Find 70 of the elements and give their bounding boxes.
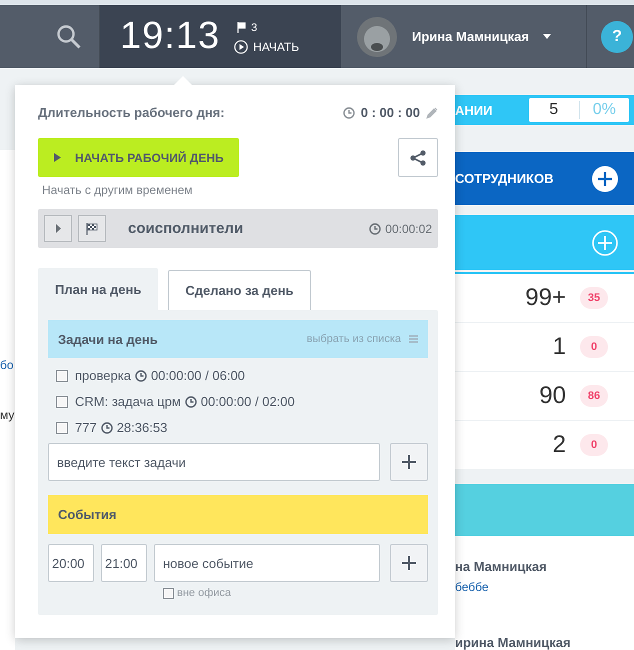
avatar-icon	[357, 16, 397, 56]
tab[interactable]: План на день	[38, 268, 158, 310]
duration-value: 0 : 00 : 00	[360, 105, 420, 120]
play-button[interactable]	[44, 215, 72, 242]
input-field[interactable]: введите текст задачи	[48, 443, 380, 481]
checkbox[interactable]	[56, 396, 68, 408]
task-label: CRM: задача црм	[75, 394, 181, 409]
task-time: 28:36:53	[116, 420, 168, 435]
play-icon	[234, 40, 248, 54]
person-name: на Мамницкая	[455, 559, 548, 574]
add-button[interactable]	[390, 443, 428, 481]
duration-label: Длительность рабочего дня:	[38, 105, 225, 120]
start-other-time-link[interactable]: Начать с другим временем	[42, 183, 193, 197]
counter-value: 2	[552, 431, 566, 459]
task-time: 00:00:00 / 02:00	[200, 394, 295, 409]
link-text[interactable]: бо	[0, 358, 15, 372]
add-icon[interactable]	[592, 166, 618, 192]
pencil-icon[interactable]	[426, 106, 438, 118]
counter-value: 99+	[525, 284, 566, 312]
clock-icon	[134, 370, 147, 382]
section-title: Задачи на день	[58, 332, 158, 346]
counter-badge: 0	[580, 336, 608, 358]
task-title: соисполнители	[128, 220, 244, 237]
caret-icon	[542, 34, 551, 39]
finish-button[interactable]	[78, 215, 106, 242]
section-title: СОТРУДНИКОВ	[455, 171, 554, 186]
counter-value: 90	[539, 382, 566, 410]
add-button[interactable]	[390, 544, 428, 582]
time-field[interactable]: 20:00	[48, 544, 94, 582]
share-button[interactable]	[398, 138, 438, 177]
counter-badge: 35	[580, 287, 608, 309]
task-label: 777	[75, 420, 97, 435]
checkbox[interactable]	[56, 422, 68, 434]
play-icon	[54, 153, 61, 162]
tab[interactable]: Сделано за день	[168, 270, 311, 310]
plus-icon	[401, 454, 417, 470]
person-name: ирина Мамницкая	[455, 635, 572, 650]
counter-badge: 0	[580, 434, 608, 456]
play-icon	[56, 224, 60, 233]
search-icon[interactable]	[56, 24, 82, 50]
text-fragment: му	[0, 408, 15, 422]
task-time: 00:00:00 / 06:00	[150, 368, 245, 383]
counter-badge: 86	[580, 385, 608, 407]
plus-icon	[401, 555, 417, 571]
clock-icon	[369, 222, 382, 234]
flag-count: 3	[251, 22, 258, 34]
start-button[interactable]: НАЧАТЬ	[234, 40, 300, 54]
user-menu[interactable]: Ирина Мамницкая	[341, 5, 587, 68]
time-field[interactable]: 21:00	[101, 544, 147, 582]
counter-value: 1	[552, 333, 566, 361]
clock-time: 19:13	[120, 15, 220, 58]
count-text: 5	[529, 101, 580, 119]
percent-text: 0%	[592, 101, 617, 119]
checkbox[interactable]	[163, 588, 174, 598]
task-label: проверка	[75, 368, 131, 383]
person-link[interactable]: беббе	[455, 580, 634, 594]
clock-icon	[100, 422, 113, 434]
clock-icon	[184, 396, 197, 408]
flag-icon	[237, 22, 246, 33]
share-icon	[410, 150, 426, 166]
task-timer: 00:00:02	[385, 222, 432, 236]
checkered-flag-icon	[86, 222, 98, 234]
clock-icon	[342, 106, 355, 118]
section-title: События	[58, 507, 116, 522]
start-day-button[interactable]: НАЧАТЬ РАБОЧИЙ ДЕНЬ	[38, 138, 239, 177]
bar-label: АНИИ	[455, 102, 492, 118]
checkbox-label: вне офиса	[177, 587, 232, 599]
user-name[interactable]: Ирина Мамницкая	[412, 29, 529, 44]
input-field[interactable]: новое событие	[154, 544, 380, 582]
checkbox[interactable]	[56, 370, 68, 382]
